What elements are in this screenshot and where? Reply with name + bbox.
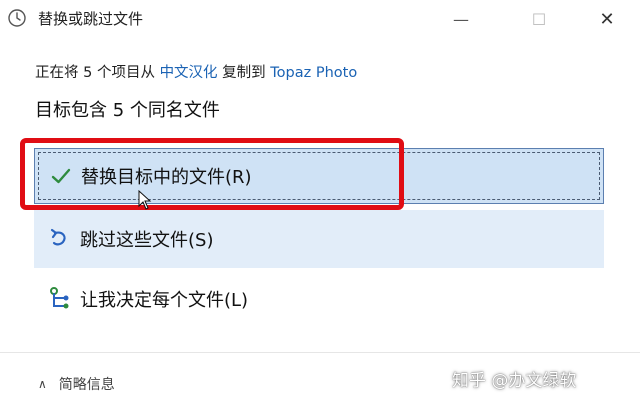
checkmark-icon <box>47 162 75 190</box>
decide-each-file-label: 让我决定每个文件(L) <box>80 290 249 311</box>
fewer-details-label: 简略信息 <box>58 377 115 393</box>
clock-icon <box>8 9 26 27</box>
copy-status-prefix: 正在将 5 个项目从 <box>35 65 160 81</box>
window-title: 替换或跳过文件 <box>38 10 144 28</box>
fewer-details-toggle[interactable]: ∧ 简略信息 <box>38 374 115 394</box>
skip-arrow-icon <box>46 225 74 253</box>
decide-each-file-option[interactable]: 让我决定每个文件(L) <box>34 271 604 327</box>
watermark: 知乎 @办文绿软 <box>452 371 577 391</box>
minimize-button[interactable]: — <box>438 0 484 38</box>
destination-folder-link[interactable]: Topaz Photo <box>270 65 357 81</box>
footer-divider <box>0 352 640 353</box>
source-folder-link[interactable]: 中文汉化 <box>160 65 218 81</box>
maximize-button[interactable]: ☐ <box>516 0 562 38</box>
conflict-heading: 目标包含 5 个同名文件 <box>35 100 220 121</box>
mouse-cursor-icon <box>138 190 152 210</box>
copy-status: 正在将 5 个项目从 中文汉化 复制到 Topaz Photo <box>35 61 357 82</box>
skip-files-option[interactable]: 跳过这些文件(S) <box>34 210 604 268</box>
replace-files-option[interactable]: 替换目标中的文件(R) <box>34 148 604 204</box>
skip-files-label: 跳过这些文件(S) <box>80 230 214 251</box>
decide-icon <box>46 285 74 313</box>
close-button[interactable]: ✕ <box>584 0 630 38</box>
chevron-up-icon: ∧ <box>38 377 47 391</box>
replace-files-label: 替换目标中的文件(R) <box>81 167 252 188</box>
copy-status-middle: 复制到 <box>217 65 271 81</box>
title-bar: 替换或跳过文件 — ☐ ✕ <box>0 0 640 38</box>
